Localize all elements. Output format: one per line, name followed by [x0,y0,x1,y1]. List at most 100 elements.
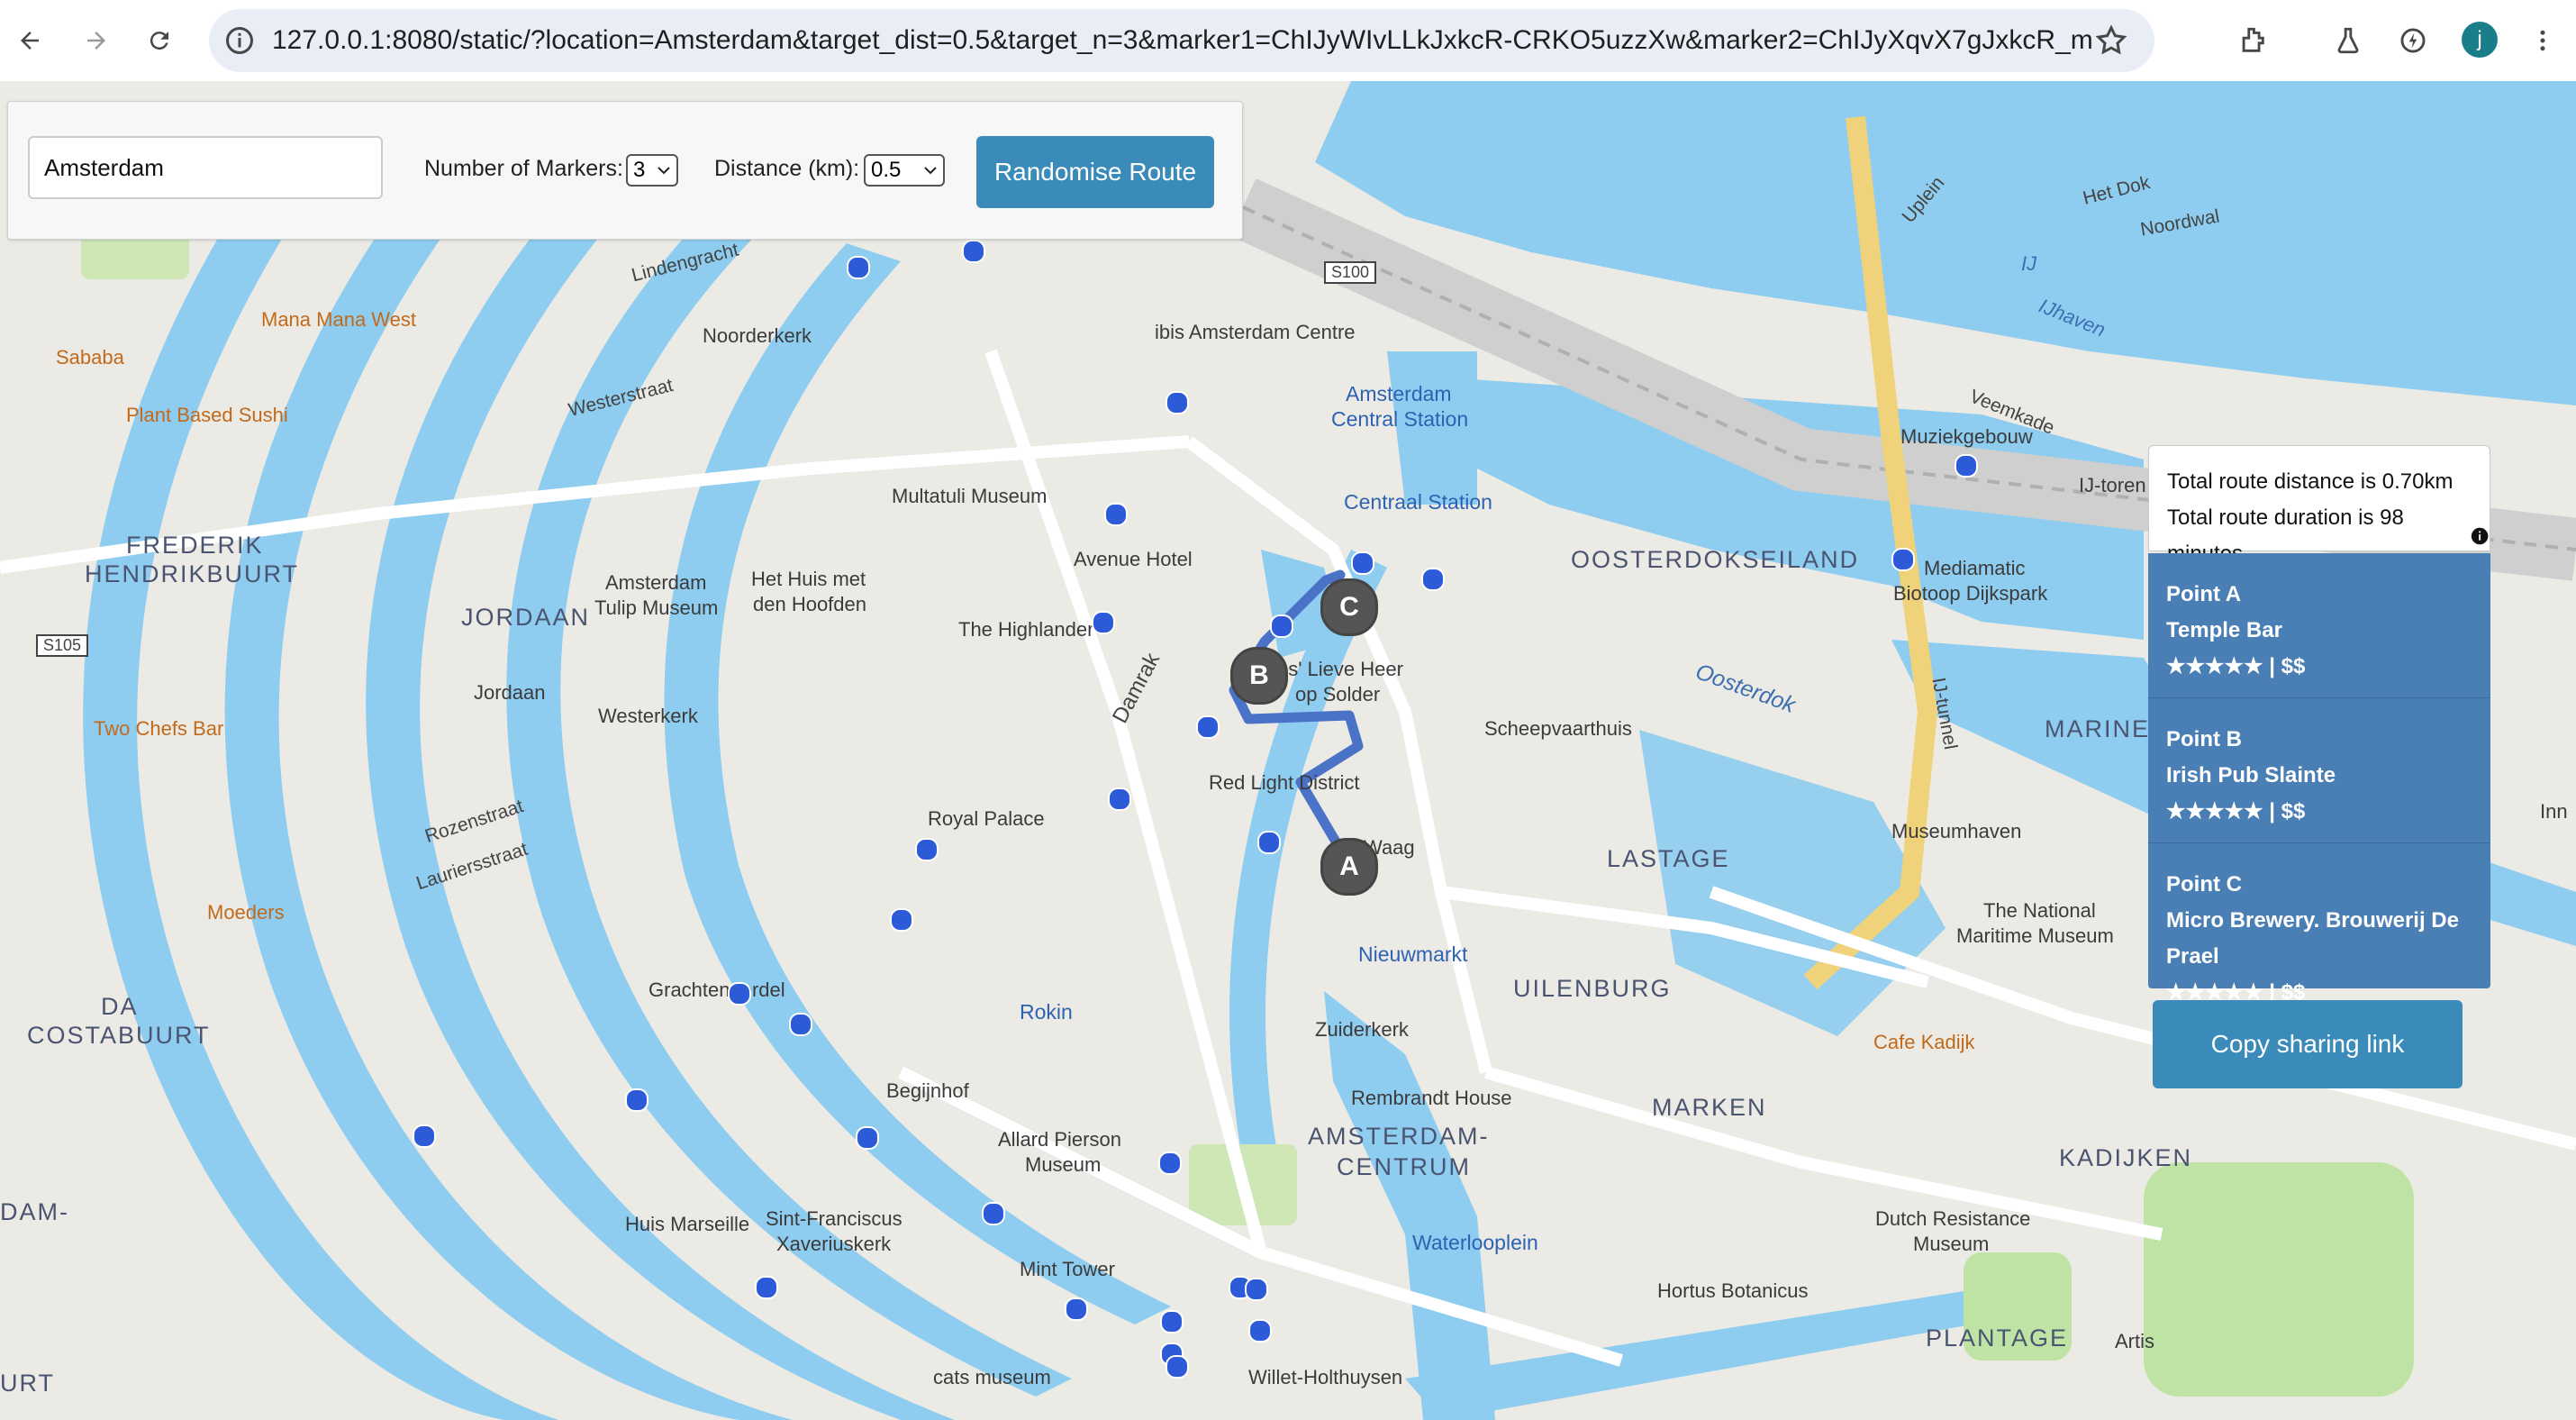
reload-icon[interactable] [135,16,184,65]
point-card-a[interactable]: Point A Temple Bar ★★★★★ | $$ [2148,553,2490,698]
map-label-op-solder: op Solder [1295,683,1381,705]
point-label: Point C [2166,872,2242,897]
candidate-marker[interactable] [1108,787,1131,811]
map-label-grachtengordel: Grachtengordel [649,979,785,1001]
map-label-museumhaven: Museumhaven [1891,820,2022,842]
candidate-marker[interactable] [728,982,751,1006]
point-card-b[interactable]: Point B Irish Pub Slainte ★★★★★ | $$ [2148,698,2490,843]
point-rating: ★★★★★ | $$ [2166,799,2306,824]
map-label-two-chefs: Two Chefs Bar [94,717,224,740]
map-label-avenue-hotel: Avenue Hotel [1074,548,1193,570]
candidate-marker[interactable] [1351,551,1374,575]
candidate-marker[interactable] [1092,611,1115,634]
candidate-marker[interactable] [1166,1355,1189,1379]
candidate-marker[interactable] [915,838,939,861]
info-icon[interactable] [2470,525,2490,547]
map-label-plantage: PLANTAGE [1926,1324,2069,1352]
map-label-centrum: CENTRUM [1337,1153,1471,1180]
candidate-marker[interactable] [789,1013,812,1036]
map-label-inn: Inn [2540,800,2568,823]
candidate-marker[interactable] [1160,1310,1184,1334]
menu-kebab-icon[interactable] [2518,16,2567,65]
candidate-marker[interactable] [1248,1319,1272,1343]
map-label-kadijken: KADIJKEN [2059,1144,2193,1171]
site-info-icon[interactable] [223,24,256,61]
map-label-ons-lieve: ns' Lieve Heer [1277,658,1403,680]
candidate-marker[interactable] [413,1124,436,1148]
copy-sharing-link-button[interactable]: Copy sharing link [2153,1000,2463,1088]
candidate-marker[interactable] [1104,503,1128,526]
candidate-marker[interactable] [847,256,870,279]
candidate-marker[interactable] [1955,454,1978,478]
route-marker-c[interactable]: C [1320,578,1378,636]
performance-icon[interactable] [2389,16,2437,65]
map-label-s105: S105 [36,634,89,657]
address-bar[interactable]: 127.0.0.1:8080/static/?location=Amsterda… [209,9,2154,72]
map-label-sint-francis: Sint-Franciscus [766,1207,903,1230]
forward-icon[interactable] [72,16,121,65]
candidate-marker[interactable] [625,1088,649,1112]
candidate-marker[interactable] [1421,568,1445,591]
map-label-red-light: Red Light District [1209,771,1360,794]
map-label-mediamatic: Mediamatic [1924,557,2026,579]
candidate-marker[interactable] [962,240,985,263]
map-label-dam: DAM- [0,1198,69,1225]
point-card-c[interactable]: Point C Micro Brewery. Brouwerij De Prae… [2148,843,2490,1005]
candidate-marker[interactable] [1245,1278,1268,1301]
profile-avatar[interactable]: j [2462,22,2498,58]
map-label-marine: MARINE [2045,715,2151,742]
markers-label: Number of Markers: [424,156,623,181]
map-label-amsterdam-tulip: Amsterdam [605,571,707,594]
distance-value: 0.5 [871,158,902,182]
map-label-nieuwmarkt: Nieuwmarkt [1358,942,1468,966]
candidate-marker[interactable] [1158,1151,1182,1175]
candidate-marker[interactable] [1270,614,1293,638]
candidate-marker[interactable] [1257,831,1281,854]
map-label-artis: Artis [2115,1330,2154,1352]
route-marker-a[interactable]: A [1320,838,1378,896]
candidate-marker[interactable] [755,1276,778,1299]
point-rating: ★★★★★ | $$ [2166,654,2306,678]
route-marker-b[interactable]: B [1230,647,1288,705]
back-icon[interactable] [5,16,54,65]
bookmark-star-icon[interactable] [2093,23,2129,63]
map-label-central-station: Amsterdam [1346,382,1452,405]
map-label-mediamatic-2: Biotoop Dijkspark [1893,582,2048,605]
candidate-marker[interactable] [856,1126,879,1150]
extensions-icon[interactable] [2228,16,2277,65]
map-label-sababa: Sababa [56,346,124,369]
map-label-hendrikbuurt: HENDRIKBUURT [85,560,300,587]
map-label-cats-museum: cats museum [933,1366,1051,1388]
map-label-highlander: The Highlander [958,618,1094,641]
markers-select[interactable]: 3 [626,154,678,187]
point-label: Point B [2166,727,2242,751]
candidate-marker[interactable] [982,1202,1005,1225]
map-label-huis-marseille: Huis Marseille [625,1213,750,1235]
distance-label: Distance (km): [714,156,860,181]
point-name: Micro Brewery. Brouwerij De Prael [2166,908,2459,969]
location-input[interactable] [28,136,383,199]
candidate-marker[interactable] [890,908,913,932]
map-label-hortus: Hortus Botanicus [1657,1279,1809,1302]
map-label-willet: Willet-Holthuysen [1248,1366,1403,1388]
map-label-lastage: LASTAGE [1607,845,1730,872]
candidate-marker[interactable] [1196,715,1220,739]
map-label-muziekgebouw: Muziekgebouw [1900,425,2033,448]
distance-select[interactable]: 0.5 [864,154,945,187]
map-label-noorderkerk: Noorderkerk [703,324,812,347]
route-summary: Total route distance is 0.70km Total rou… [2148,445,2490,566]
randomise-route-button[interactable]: Randomise Route [976,136,1214,208]
map-label-scheepvaarthuis: Scheepvaarthuis [1484,717,1632,740]
map-label-costabuurt: COSTABUURT [27,1022,211,1049]
labs-flask-icon[interactable] [2324,16,2372,65]
route-points-list: Point A Temple Bar ★★★★★ | $$ Point B Ir… [2148,553,2490,1005]
map-label-westerkerk: Westerkerk [598,705,698,727]
map-label-maritime: The National [1983,899,2096,922]
map-label-maritime-2: Maritime Museum [1956,924,2114,947]
candidate-marker[interactable] [1166,391,1189,414]
candidate-marker[interactable] [1065,1297,1088,1321]
map-label-oosterdokseiland: OOSTERDOKSEILAND [1571,546,1860,573]
map-label-begijnhof: Begijnhof [886,1079,969,1102]
map-label-tulip-museum: Tulip Museum [594,596,719,619]
candidate-marker[interactable] [1891,548,1915,571]
